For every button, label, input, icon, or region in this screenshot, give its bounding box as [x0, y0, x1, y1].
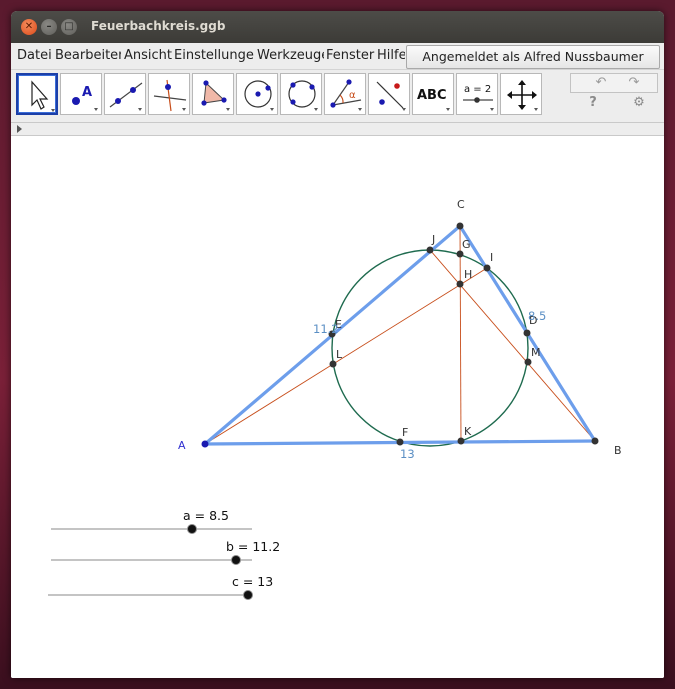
- point-J[interactable]: [426, 246, 434, 254]
- label-H: H: [464, 268, 472, 281]
- point-tool[interactable]: A: [60, 73, 102, 115]
- circle-tool[interactable]: [236, 73, 278, 115]
- line-tool[interactable]: [104, 73, 146, 115]
- toolbar: A α ABC a = 2 ↶ ↷ ? ⚙: [11, 70, 664, 123]
- construction-canvas[interactable]: A B C D E F G H I J K L M 11.2 8.5 13 a …: [11, 136, 664, 678]
- menu-fenster[interactable]: Fenster: [326, 48, 375, 63]
- point-I[interactable]: [483, 264, 491, 272]
- slider-tool[interactable]: a = 2: [456, 73, 498, 115]
- menu-hilfe[interactable]: Hilfe: [377, 48, 405, 63]
- line-through-points-icon: [109, 82, 143, 111]
- minimize-icon[interactable]: –: [41, 19, 57, 35]
- slider-a-label: a = 8.5: [183, 508, 229, 523]
- menu-bearbeiten[interactable]: Bearbeiten: [55, 48, 121, 63]
- svg-text:a = 2: a = 2: [464, 84, 491, 95]
- label-G: G: [462, 238, 471, 251]
- move-graphics-view-icon: [507, 80, 538, 111]
- redo-button[interactable]: ↷: [611, 73, 658, 93]
- undo-icon: ↶: [595, 75, 607, 90]
- menu-bar: Datei Bearbeiten Ansicht Einstellungen W…: [11, 43, 664, 70]
- reflect-tool[interactable]: [368, 73, 410, 115]
- slider-c-label: c = 13: [232, 574, 273, 589]
- label-B: B: [614, 444, 622, 457]
- slider-b-knob[interactable]: [231, 555, 241, 565]
- menu-datei[interactable]: Datei: [17, 48, 54, 63]
- angle-icon: α: [330, 79, 362, 111]
- polygon-tool[interactable]: [192, 73, 234, 115]
- slider-a-knob[interactable]: [187, 524, 197, 534]
- perpendicular-tool[interactable]: [148, 73, 190, 115]
- label-L: L: [336, 348, 343, 361]
- move-view-tool[interactable]: [500, 73, 542, 115]
- cevian-a: [204, 267, 488, 445]
- label-J: J: [431, 233, 435, 246]
- label-C: C: [457, 198, 465, 211]
- help-icon[interactable]: ?: [583, 95, 603, 110]
- text-tool[interactable]: ABC: [412, 73, 454, 115]
- cevian-c: [459, 225, 462, 443]
- text-icon: ABC: [417, 88, 450, 111]
- slider-icon: a = 2: [463, 84, 494, 111]
- window-title: Feuerbachkreis.ggb: [91, 19, 226, 33]
- conic-tool[interactable]: [280, 73, 322, 115]
- collapse-bar[interactable]: [11, 123, 664, 136]
- circle-three-points-icon: [288, 80, 318, 111]
- point-A[interactable]: [201, 440, 209, 448]
- reflect-about-line-icon: [376, 81, 406, 111]
- move-tool[interactable]: [16, 73, 58, 115]
- point-K[interactable]: [457, 437, 465, 445]
- cevian-b: [429, 249, 596, 442]
- side-label-c: 13: [400, 447, 415, 461]
- point-L[interactable]: [329, 360, 337, 368]
- polygon-icon: [201, 80, 230, 111]
- feuerbach-circle[interactable]: [331, 249, 529, 447]
- side-label-a: 8.5: [528, 309, 546, 323]
- graphics-view[interactable]: A B C D E F G H I J K L M 11.2 8.5 13 a …: [11, 136, 664, 678]
- label-F: F: [402, 426, 408, 439]
- redo-icon: ↷: [628, 75, 640, 90]
- expand-arrow-icon[interactable]: [14, 123, 26, 135]
- circle-center-point-icon: [244, 80, 274, 111]
- point-icon: A: [72, 85, 98, 111]
- label-A: A: [178, 439, 186, 452]
- point-C[interactable]: [456, 222, 464, 230]
- label-M: M: [531, 346, 541, 359]
- point-D[interactable]: [523, 329, 531, 337]
- point-H[interactable]: [456, 280, 464, 288]
- application-window: ✕ – □ Feuerbachkreis.ggb Datei Bearbeite…: [11, 11, 664, 678]
- slider-b-label: b = 11.2: [226, 539, 280, 554]
- point-F[interactable]: [396, 438, 404, 446]
- menu-werkzeuge[interactable]: Werkzeuge: [257, 48, 324, 63]
- svg-text:α: α: [349, 90, 356, 101]
- label-K: K: [464, 425, 472, 438]
- svg-text:ABC: ABC: [417, 88, 447, 103]
- slider-c-knob[interactable]: [243, 590, 253, 600]
- label-I: I: [490, 251, 493, 264]
- login-button[interactable]: Angemeldet als Alfred Nussbaumer: [406, 45, 660, 69]
- point-M[interactable]: [524, 358, 532, 366]
- cursor-arrow-icon: [31, 80, 55, 112]
- point-B[interactable]: [591, 437, 599, 445]
- maximize-icon[interactable]: □: [61, 19, 77, 35]
- settings-icon[interactable]: ⚙: [629, 95, 649, 110]
- title-bar: ✕ – □ Feuerbachkreis.ggb: [11, 11, 664, 43]
- svg-text:A: A: [82, 85, 92, 100]
- angle-tool[interactable]: α: [324, 73, 366, 115]
- close-icon[interactable]: ✕: [21, 19, 37, 35]
- perpendicular-line-icon: [153, 79, 187, 112]
- point-G[interactable]: [456, 250, 464, 258]
- menu-einstellungen[interactable]: Einstellungen: [174, 48, 254, 63]
- side-label-b: 11.2: [313, 322, 339, 336]
- menu-ansicht[interactable]: Ansicht: [124, 48, 172, 63]
